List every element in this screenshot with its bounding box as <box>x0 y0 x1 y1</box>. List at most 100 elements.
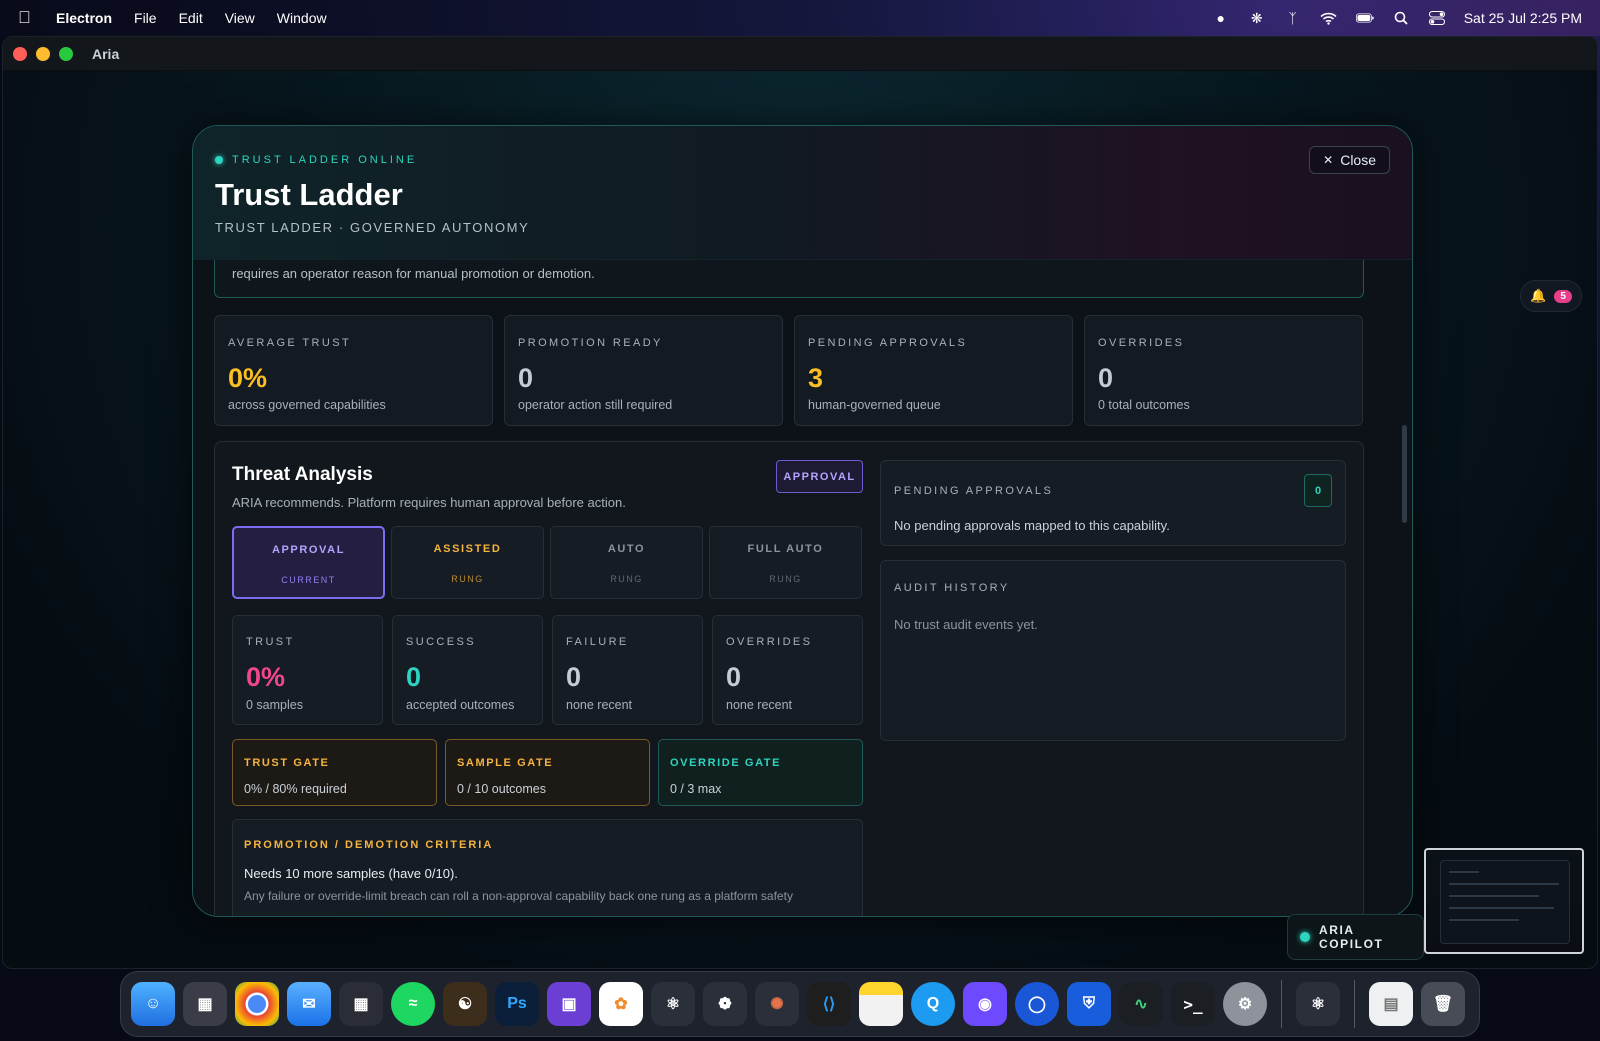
chatgpt-icon[interactable]: ❁ <box>703 982 747 1026</box>
1password-icon[interactable]: ◯ <box>1015 982 1059 1026</box>
metric-caption: accepted outcomes <box>406 698 515 712</box>
rung-tag: RUNG <box>451 574 484 584</box>
window-title: Aria <box>92 45 120 62</box>
rung-approval[interactable]: APPROVAL CURRENT <box>232 526 385 599</box>
wifi-icon[interactable] <box>1320 10 1338 26</box>
metric-caption: none recent <box>566 698 633 712</box>
stat-label: AVERAGE TRUST <box>228 337 352 349</box>
rung-tag: CURRENT <box>281 575 336 585</box>
menu-edit[interactable]: Edit <box>179 10 203 26</box>
metric-value: 0 <box>566 662 582 692</box>
rung-name: AUTO <box>607 543 646 555</box>
minimize-window-button[interactable] <box>36 46 50 61</box>
rung-name: APPROVAL <box>271 544 346 556</box>
online-status-dot <box>215 156 223 164</box>
snowflake-icon[interactable]: ❋ <box>1248 10 1266 26</box>
activity-monitor-icon[interactable]: ∿ <box>1119 982 1163 1026</box>
criteria-title: PROMOTION / DEMOTION CRITERIA <box>244 839 494 851</box>
bluetooth-icon[interactable]: ᛉ <box>1284 10 1302 26</box>
vscode-icon[interactable]: ⟨⟩ <box>807 982 851 1026</box>
policy-info-text: requires an operator reason for manual p… <box>232 266 595 281</box>
close-button[interactable]: ✕ Close <box>1309 146 1390 174</box>
capability-description: ARIA recommends. Platform requires human… <box>232 495 626 510</box>
page-scrollbar[interactable] <box>1402 425 1407 523</box>
claquette-icon[interactable]: ▣ <box>547 982 591 1026</box>
rung-assisted[interactable]: ASSISTED RUNG <box>391 526 544 599</box>
notifications-button[interactable]: 🔔 5 <box>1520 280 1582 312</box>
record-icon[interactable]: ● <box>1212 10 1230 26</box>
chrome-icon[interactable] <box>235 982 279 1026</box>
spotlight-search-icon[interactable] <box>1392 10 1410 26</box>
stat-label: PENDING APPROVALS <box>808 337 968 349</box>
stat-promotion-ready: PROMOTION READY 0 operator action still … <box>504 315 783 426</box>
menu-view[interactable]: View <box>225 10 255 26</box>
stat-label: OVERRIDES <box>1098 337 1185 349</box>
trash-icon[interactable]: 🗑 <box>1421 982 1465 1026</box>
policy-info-box: requires an operator reason for manual p… <box>214 254 1364 298</box>
finder-icon[interactable]: ☺ <box>131 982 175 1026</box>
terminal-icon[interactable]: >_ <box>1171 982 1215 1026</box>
zoom-window-button[interactable] <box>59 46 73 61</box>
trust-gate: TRUST GATE 0% / 80% required <box>232 739 437 806</box>
menu-file[interactable]: File <box>134 10 157 26</box>
claude-icon[interactable]: ✺ <box>755 982 799 1026</box>
stat-caption: across governed capabilities <box>228 398 386 412</box>
menu-app-name[interactable]: Electron <box>56 10 112 26</box>
documents-icon[interactable]: ▤ <box>1369 982 1413 1026</box>
spotify-icon[interactable]: ≈ <box>391 982 435 1026</box>
stat-caption: 0 total outcomes <box>1098 398 1190 412</box>
close-window-button[interactable] <box>13 46 27 61</box>
mail-icon[interactable]: ✉ <box>287 982 331 1026</box>
menu-window[interactable]: Window <box>277 10 327 26</box>
pending-approvals-box: PENDING APPROVALS 0 No pending approvals… <box>880 460 1346 546</box>
metric-label: TRUST <box>246 636 295 648</box>
criteria-requirement: Needs 10 more samples (have 0/10). <box>244 866 458 881</box>
battery-icon[interactable] <box>1355 10 1374 26</box>
control-center-icon[interactable] <box>1428 10 1446 26</box>
launchpad-icon[interactable]: ▦ <box>183 982 227 1026</box>
electron-app-icon[interactable]: ⚛ <box>1296 982 1340 1026</box>
tableplus-icon[interactable]: ▦ <box>339 982 383 1026</box>
modal-body[interactable]: requires an operator reason for manual p… <box>193 254 1412 916</box>
proton-icon[interactable]: ◉ <box>963 982 1007 1026</box>
capability-panel-threat-analysis: Threat Analysis ARIA recommends. Platfor… <box>214 441 1364 916</box>
rung-full-auto[interactable]: FULL AUTO RUNG <box>709 526 862 599</box>
copilot-label: ARIA COPILOT <box>1318 923 1384 951</box>
stat-overrides: OVERRIDES 0 0 total outcomes <box>1084 315 1363 426</box>
photos-icon[interactable]: ✿ <box>599 982 643 1026</box>
metric-success: SUCCESS 0 accepted outcomes <box>392 615 543 725</box>
menu-bar:  Electron File Edit View Window ● ❋ ᛉ S… <box>0 0 1600 36</box>
status-indicator: TRUST LADDER ONLINE <box>215 154 417 166</box>
stat-caption: human-governed queue <box>808 398 941 412</box>
bitwarden-icon[interactable]: ⛨ <box>1067 982 1111 1026</box>
pending-approvals-label: PENDING APPROVALS <box>894 485 1054 497</box>
rung-auto[interactable]: AUTO RUNG <box>550 526 703 599</box>
current-rung-badge: APPROVAL <box>776 460 863 493</box>
photoshop-icon[interactable]: Ps <box>495 982 539 1026</box>
dock-separator <box>1281 980 1282 1028</box>
metric-label: FAILURE <box>566 636 629 648</box>
status-text: TRUST LADDER ONLINE <box>232 154 418 166</box>
notes-icon[interactable] <box>859 982 903 1026</box>
screenshot-thumbnail[interactable] <box>1424 848 1584 954</box>
system-settings-icon[interactable]: ⚙ <box>1223 982 1267 1026</box>
close-icon: ✕ <box>1323 153 1334 167</box>
pending-approvals-count: 0 <box>1304 474 1332 507</box>
quicktime-icon[interactable]: Q <box>911 982 955 1026</box>
gate-label: TRUST GATE <box>244 757 330 769</box>
cyberduck-icon[interactable]: ☯ <box>443 982 487 1026</box>
metric-overrides: OVERRIDES 0 none recent <box>712 615 863 725</box>
apple-menu-icon[interactable]:  <box>18 9 34 27</box>
metric-value: 0 <box>726 662 742 692</box>
sample-gate: SAMPLE GATE 0 / 10 outcomes <box>445 739 650 806</box>
close-button-label: Close <box>1340 152 1376 168</box>
criteria-rollback-note: Any failure or override-limit breach can… <box>244 889 793 903</box>
stat-average-trust: AVERAGE TRUST 0% across governed capabil… <box>214 315 493 426</box>
electron-icon[interactable]: ⚛ <box>651 982 695 1026</box>
metric-failure: FAILURE 0 none recent <box>552 615 703 725</box>
stat-caption: operator action still required <box>518 398 673 412</box>
aria-copilot-button[interactable]: ARIA COPILOT <box>1287 914 1424 960</box>
audit-history-empty-text: No trust audit events yet. <box>894 617 1038 632</box>
menu-clock[interactable]: Sat 25 Jul 2:25 PM <box>1464 10 1582 26</box>
modal-subtitle: TRUST LADDER · GOVERNED AUTONOMY <box>215 220 530 235</box>
